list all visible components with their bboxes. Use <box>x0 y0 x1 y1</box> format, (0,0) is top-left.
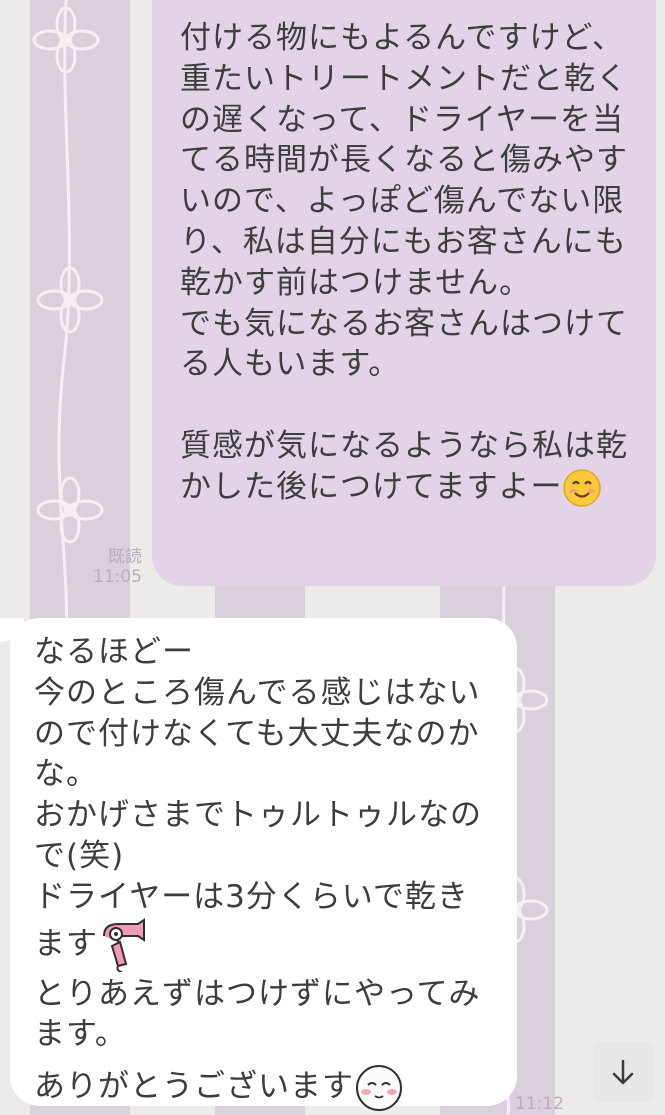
message-line: る人もいます。 <box>180 346 401 383</box>
message-line: ます <box>34 917 501 974</box>
message-line-text: かした後につけてますよー <box>180 468 563 505</box>
message-line: の遅くなって、ドライヤーを当 <box>180 101 624 138</box>
message-line: で(笑) <box>34 837 125 874</box>
sent-message-bubble[interactable]: 付ける物にもよるんですけど、 重たいトリートメントだと乾く の遅くなって、ドライ… <box>152 0 656 586</box>
message-line: かした後につけてますよー <box>180 467 643 509</box>
sent-message-meta: 既読 11:05 <box>86 542 142 587</box>
read-receipt: 既読 <box>108 547 142 567</box>
message-line: なるほどー <box>34 634 194 670</box>
message-line: り、私は自分にもお客さんにも <box>180 223 627 260</box>
message-time: 11:05 <box>93 567 142 587</box>
message-line: おかげさまでトゥルトゥルなの <box>34 797 482 834</box>
message-line: ドライヤーは3分くらいで乾き <box>34 878 469 915</box>
message-line: でも気になるお客さんはつけて <box>180 305 628 342</box>
message-line: 今のところ傷んでる感じはない <box>34 674 481 711</box>
message-line: てる時間が長くなると傷みやす <box>180 142 628 179</box>
message-line: 付ける物にもよるんですけど、 <box>180 20 624 56</box>
smiling-face-icon <box>563 469 602 508</box>
hairdryer-icon <box>103 917 145 972</box>
message-line-text: ありがとうございます <box>34 1068 354 1105</box>
message-line: ので付けなくても大丈夫なのか <box>34 715 480 752</box>
scroll-to-bottom-button[interactable] <box>593 1042 653 1102</box>
arrow-down-icon <box>612 1059 634 1085</box>
received-message-bubble[interactable]: なるほどー 今のところ傷んでる感じはない ので付けなくても大丈夫なのか な。 お… <box>0 618 517 1112</box>
message-line: な。 <box>34 756 98 793</box>
blushing-face-icon <box>356 1065 402 1112</box>
message-line: ます。 <box>34 1016 127 1053</box>
message-line: 重たいトリートメントだと乾く <box>180 60 628 97</box>
message-line: いので、よっぽど傷んでない限 <box>180 183 625 220</box>
message-line: 乾かす前はつけません。 <box>180 264 532 301</box>
message-line: ありがとうございます <box>34 1063 501 1113</box>
message-line: 質感が気になるようなら私は乾 <box>180 427 628 464</box>
message-line: とりあえずはつけずにやってみ <box>34 975 481 1012</box>
message-line-text: ます <box>34 925 98 962</box>
received-message-time: 11:12 <box>515 1094 564 1114</box>
